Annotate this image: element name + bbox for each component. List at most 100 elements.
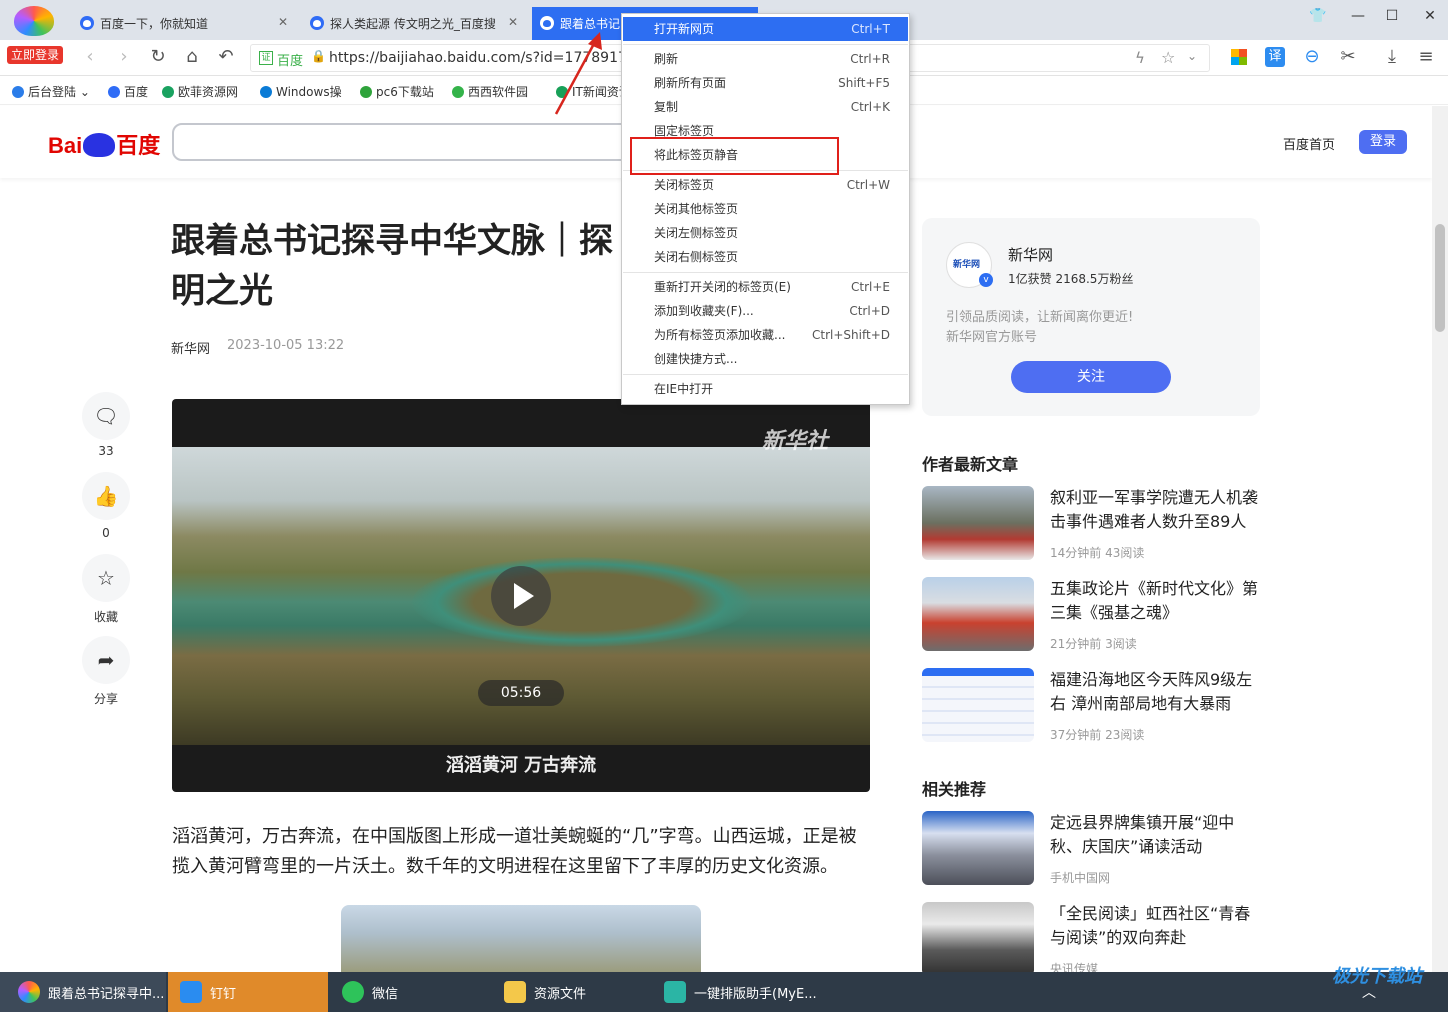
bookmark-icon xyxy=(12,86,24,98)
reload-icon[interactable]: ↻ xyxy=(146,46,170,67)
skin-icon[interactable]: 👕 xyxy=(1306,8,1330,24)
menu-item-refresh-all[interactable]: 刷新所有页面 Shift+F5 xyxy=(623,71,908,95)
collect-button[interactable]: ☆ xyxy=(82,554,130,602)
taskbar-item-files[interactable]: 资源文件 xyxy=(496,972,646,1012)
page-scrollbar[interactable] xyxy=(1432,106,1448,972)
baidu-paw-icon xyxy=(540,16,554,30)
baidu-paw-icon xyxy=(108,86,120,98)
bookmark-item[interactable]: 后台登陆 ⌄ xyxy=(12,83,90,100)
taskbar-item-myeditor[interactable]: 一键排版助手(MyE... xyxy=(656,972,836,1012)
menu-shortcut: Ctrl+Shift+D xyxy=(812,328,890,342)
bookmark-icon xyxy=(360,86,372,98)
back-icon[interactable]: ‹ xyxy=(78,46,102,67)
login-button[interactable]: 登录 xyxy=(1359,130,1407,154)
video-player[interactable]: 新华社 05:56 滔滔黄河 万古奔流 xyxy=(172,399,870,792)
bookmark-item[interactable]: pc6下载站 xyxy=(360,83,434,100)
paw-icon xyxy=(83,133,116,157)
menu-item-close-right[interactable]: 关闭右侧标签页 xyxy=(623,245,908,269)
menu-item-close-left[interactable]: 关闭左侧标签页 xyxy=(623,221,908,245)
search-input[interactable] xyxy=(172,123,642,161)
menu-item-close-tab[interactable]: 关闭标签页 Ctrl+W xyxy=(623,173,908,197)
menu-item-create-shortcut[interactable]: 创建快捷方式... xyxy=(623,347,908,371)
download-icon[interactable]: ⤓ xyxy=(1380,46,1404,67)
menu-item-new-page[interactable]: 打开新网页 Ctrl+T xyxy=(623,17,908,41)
taskbar-item-browser[interactable]: 跟着总书记探寻中... xyxy=(0,972,166,1012)
menu-shortcut: Ctrl+W xyxy=(846,178,890,192)
taskbar-item-dingtalk[interactable]: 钉钉 xyxy=(168,972,328,1012)
tab-search-result[interactable]: 探人类起源 传文明之光_百度搜 ✕ xyxy=(302,7,526,40)
menu-divider xyxy=(623,44,908,45)
news-item[interactable]: 定远县界牌集镇开展“迎中秋、庆国庆”诵读活动 手机中国网 xyxy=(922,811,1262,891)
apps-grid-icon[interactable] xyxy=(1231,49,1247,65)
scrollbar-thumb[interactable] xyxy=(1435,224,1445,332)
news-meta: 37分钟前 23阅读 xyxy=(1050,728,1145,742)
menu-shortcut: Ctrl+K xyxy=(850,100,890,114)
news-title: 「全民阅读」虹西社区“青春与阅读”的双向奔赴 xyxy=(1050,904,1251,947)
favorite-star-icon[interactable]: ☆ xyxy=(1161,48,1175,67)
section-heading: 相关推荐 xyxy=(922,780,987,799)
close-window-icon[interactable]: ✕ xyxy=(1418,8,1442,24)
menu-item-reopen-closed[interactable]: 重新打开关闭的标签页(E) Ctrl+E xyxy=(623,275,908,299)
news-title: 定远县界牌集镇开展“迎中秋、庆国庆”诵读活动 xyxy=(1050,813,1235,856)
minus-circle-icon[interactable]: ⊖ xyxy=(1300,46,1324,67)
bookmark-icon xyxy=(260,86,272,98)
news-thumbnail xyxy=(922,811,1034,885)
comment-button[interactable]: 🗨 xyxy=(82,392,130,440)
news-item[interactable]: 福建沿海地区今天阵风9级左右 漳州南部局地有大暴雨 37分钟前 23阅读 xyxy=(922,668,1262,748)
close-icon[interactable]: ✕ xyxy=(278,15,288,29)
news-item[interactable]: 五集政论片《新时代文化》第三集《强基之魂》 21分钟前 3阅读 xyxy=(922,577,1262,657)
menu-shortcut: Ctrl+E xyxy=(851,280,890,294)
baidu-paw-icon xyxy=(80,16,94,30)
close-icon[interactable]: ✕ xyxy=(508,15,518,29)
article-source[interactable]: 新华网 xyxy=(171,338,210,357)
menu-item-add-favorite[interactable]: 添加到收藏夹(F)... Ctrl+D xyxy=(623,299,908,323)
tab-baidu-home[interactable]: 百度一下，你就知道 ✕ xyxy=(72,7,296,40)
author-card: 新华网 v 新华网 1亿获赞 2168.5万粉丝 引领品质阅读，让新闻离你更近!… xyxy=(922,218,1260,416)
news-item[interactable]: 叙利亚一军事学院遭无人机袭击事件遇难者人数升至89人 14分钟前 43阅读 xyxy=(922,486,1262,566)
scissors-icon[interactable]: ✂ xyxy=(1336,46,1360,67)
author-desc: 引领品质阅读，让新闻离你更近! xyxy=(946,310,1134,325)
avatar-logo: 新华网 xyxy=(953,260,981,270)
comment-icon: 🗨 xyxy=(93,404,119,428)
bookmark-icon xyxy=(452,86,464,98)
menu-item-close-others[interactable]: 关闭其他标签页 xyxy=(623,197,908,221)
follow-button[interactable]: 关注 xyxy=(1011,361,1171,393)
minimize-icon[interactable]: — xyxy=(1346,8,1370,24)
maximize-icon[interactable]: ☐ xyxy=(1380,8,1404,24)
lock-icon: 🔒 xyxy=(311,49,326,63)
menu-item-open-in-ie[interactable]: 在IE中打开 xyxy=(623,377,908,401)
news-item[interactable]: 「全民阅读」虹西社区“青春与阅读”的双向奔赴 央讯传媒 xyxy=(922,902,1262,972)
home-icon[interactable]: ⌂ xyxy=(180,46,204,67)
chevron-down-icon[interactable]: ⌄ xyxy=(1187,49,1197,63)
browser-logo[interactable] xyxy=(14,6,56,42)
editor-icon xyxy=(664,981,686,1003)
menu-item-duplicate[interactable]: 复制 Ctrl+K xyxy=(623,95,908,119)
secure-badge-icon: 证 xyxy=(259,51,273,65)
login-badge[interactable]: 立即登录 xyxy=(7,46,63,64)
share-button[interactable]: ➦ xyxy=(82,636,130,684)
like-count: 0 xyxy=(102,526,110,540)
menu-divider xyxy=(623,374,908,375)
lightning-icon[interactable]: ϟ xyxy=(1135,49,1145,67)
author-avatar[interactable]: 新华网 v xyxy=(946,242,993,288)
undo-icon[interactable]: ↶ xyxy=(214,46,238,67)
baidu-logo[interactable]: Bai 百度 xyxy=(48,128,160,160)
menu-item-favorite-all[interactable]: 为所有标签页添加收藏... Ctrl+Shift+D xyxy=(623,323,908,347)
bookmark-item[interactable]: 欧菲资源网 xyxy=(162,83,238,100)
video-watermark: 新华社 xyxy=(761,429,828,454)
menu-item-refresh[interactable]: 刷新 Ctrl+R xyxy=(623,47,908,71)
translate-icon[interactable]: 译 xyxy=(1265,47,1285,67)
news-title: 叙利亚一军事学院遭无人机袭击事件遇难者人数升至89人 xyxy=(1050,488,1259,531)
bookmark-item[interactable]: 西西软件园 xyxy=(452,83,528,100)
bookmark-item[interactable]: 百度 xyxy=(108,83,148,100)
home-link[interactable]: 百度首页 xyxy=(1283,134,1335,153)
forward-icon[interactable]: › xyxy=(112,46,136,67)
verified-icon: v xyxy=(979,273,993,287)
author-name[interactable]: 新华网 xyxy=(1008,244,1053,265)
tab-context-menu: 打开新网页 Ctrl+T 刷新 Ctrl+R 刷新所有页面 Shift+F5 复制 Ct… xyxy=(621,13,910,405)
like-button[interactable]: 👍 xyxy=(82,472,130,520)
bookmark-item[interactable]: Windows操 xyxy=(260,83,342,100)
taskbar-item-wechat[interactable]: 微信 xyxy=(336,972,486,1012)
menu-icon[interactable]: ≡ xyxy=(1414,46,1438,67)
play-button[interactable] xyxy=(491,566,551,626)
